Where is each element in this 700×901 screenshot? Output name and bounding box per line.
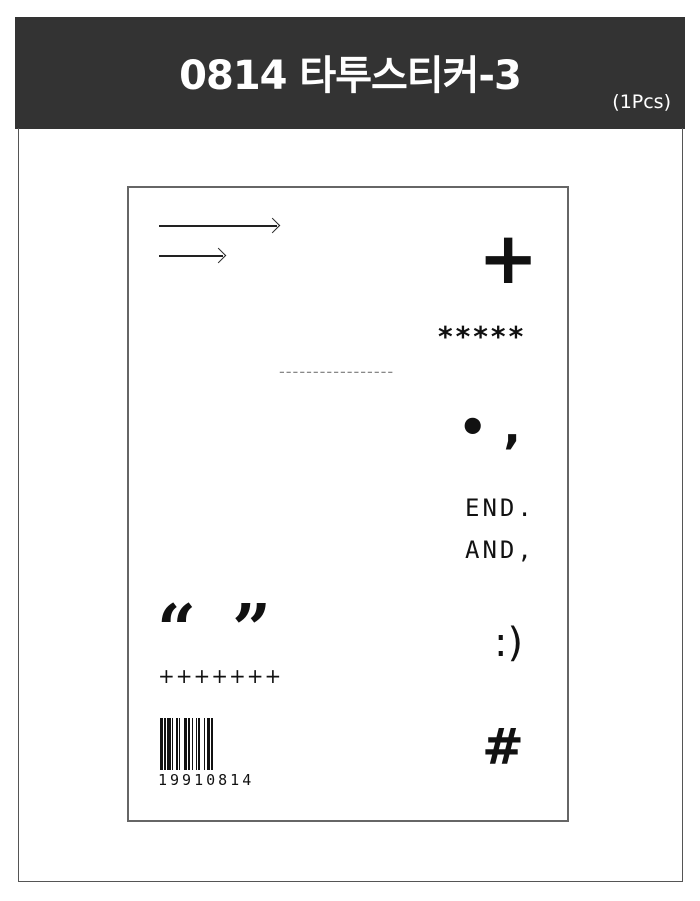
barcode-bar [198, 718, 200, 770]
dashed-line-sticker: ----------------- [279, 362, 395, 381]
barcode-bar [164, 718, 166, 770]
and-text-sticker: AND, [465, 536, 535, 564]
quantity-label: (1Pcs) [612, 91, 671, 113]
close-quote-sticker: ” [232, 590, 272, 670]
barcode-bar [211, 718, 213, 770]
cross-sticker: + [478, 216, 539, 300]
short-arrow-icon [159, 255, 223, 257]
barcode-bar [179, 718, 180, 770]
barcode-bar [184, 718, 187, 770]
barcode-bar [192, 718, 193, 770]
plus-row-sticker: +++++++ [158, 664, 283, 688]
barcode-bar [188, 718, 190, 770]
header-bar: 0814 타투스티커-3 (1Pcs) [15, 17, 685, 129]
open-quote-sticker: “ [157, 590, 197, 670]
barcode-bar [207, 718, 210, 770]
barcode-bar [204, 718, 205, 770]
dot-comma-sticker: • , [458, 400, 521, 454]
end-text-sticker: END. [465, 494, 535, 522]
stars-sticker: ***** [438, 320, 527, 353]
barcode-bar [167, 718, 171, 770]
barcode-bar [176, 718, 178, 770]
barcode-bar [172, 718, 173, 770]
barcode-bar [160, 718, 163, 770]
barcode-bar [196, 718, 197, 770]
smiley-sticker: :) [494, 620, 524, 666]
hash-sticker: # [482, 718, 524, 776]
product-title: 0814 타투스티커-3 [179, 53, 522, 99]
barcode-sticker [160, 718, 213, 770]
barcode-number: 19910814 [158, 771, 255, 789]
long-arrow-icon [159, 225, 277, 227]
